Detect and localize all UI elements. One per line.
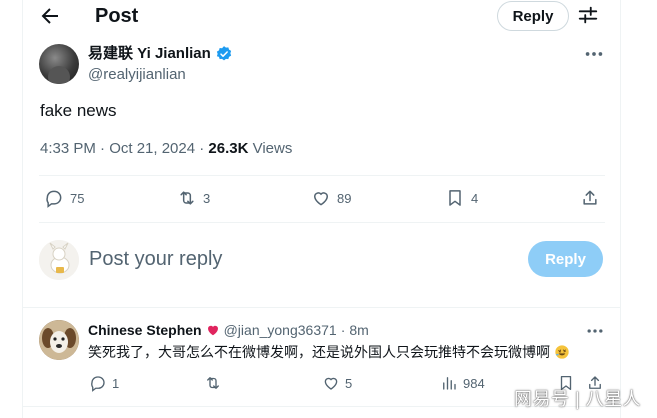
reply-count: 75	[70, 190, 85, 206]
comment-icon	[91, 376, 105, 392]
page-title: Post	[95, 5, 139, 27]
views-label: Views	[248, 140, 293, 157]
reply-author-name[interactable]: Chinese Stephen	[88, 321, 202, 339]
back-arrow-icon[interactable]	[38, 4, 62, 28]
heart-outline-icon	[324, 377, 338, 390]
composer-reply-button[interactable]: Reply	[528, 241, 603, 277]
red-heart-emoji-icon	[207, 325, 218, 336]
reply-author-handle[interactable]: @jian_yong36371	[224, 321, 337, 339]
reply-more-options-icon[interactable]	[585, 322, 605, 340]
reply-reply-action[interactable]: 1	[89, 374, 119, 392]
current-user-avatar[interactable]	[39, 240, 79, 280]
author-avatar[interactable]	[39, 44, 79, 84]
reply-reply-count: 1	[112, 375, 120, 391]
reply-header: Chinese Stephen @jian_yong36371 · 8m	[88, 321, 369, 339]
reply-repost-action[interactable]	[204, 374, 222, 392]
author-name-text: 易建联 Yi Jianlian	[88, 45, 211, 62]
repost-count: 3	[203, 190, 211, 206]
bookmark-count: 4	[471, 190, 479, 206]
heart-outline-icon	[313, 192, 329, 206]
watermark: 网易号 | 八星人	[514, 389, 642, 409]
analytics-bars-icon	[443, 377, 456, 390]
reply-composer-input[interactable]: Post your reply	[89, 247, 222, 271]
tweet-timestamp[interactable]: 4:33 PM · Oct 21, 2024 ·	[40, 140, 208, 157]
comment-icon	[46, 190, 62, 208]
rolling-laughing-emoji-icon	[555, 345, 569, 359]
verified-badge-icon	[216, 45, 231, 60]
reply-views-count: 984	[463, 375, 485, 391]
reply-separator: ·	[340, 322, 346, 338]
author-name[interactable]: 易建联 Yi Jianlian	[88, 44, 233, 63]
tweet-text: fake news	[40, 101, 117, 120]
header-reply-button[interactable]: Reply	[497, 1, 569, 31]
reply-author-avatar[interactable]	[39, 320, 79, 360]
repost-icon	[207, 377, 219, 389]
tweet-meta: 4:33 PM · Oct 21, 2024 · 26.3K Views	[40, 140, 292, 158]
share-action[interactable]	[580, 188, 600, 208]
repost-icon	[180, 191, 194, 205]
bookmark-action[interactable]: 4	[445, 188, 478, 208]
reply-action[interactable]: 75	[44, 188, 84, 208]
reply-views-action[interactable]: 984	[440, 374, 485, 392]
reply-text: 笑死我了，大哥怎么不在微博发啊，还是说外国人只会玩推特不会玩微博啊	[88, 344, 550, 360]
divider	[39, 175, 605, 176]
reply-time[interactable]: 8m	[349, 321, 368, 339]
divider	[23, 307, 620, 308]
divider	[39, 222, 605, 223]
like-action[interactable]: 89	[311, 188, 351, 208]
reply-text-row: 笑死我了，大哥怎么不在微博发啊，还是说外国人只会玩推特不会玩微博啊	[88, 343, 570, 362]
views-count: 26.3K	[208, 140, 249, 157]
bookmark-icon	[449, 190, 461, 206]
author-handle[interactable]: @realyijianlian	[88, 66, 186, 84]
share-icon	[583, 190, 597, 205]
reply-like-action[interactable]: 5	[322, 374, 352, 392]
reply-like-count: 5	[345, 375, 353, 391]
like-count: 89	[337, 190, 352, 206]
more-options-icon[interactable]	[583, 44, 605, 64]
filter-icon[interactable]	[577, 4, 599, 26]
repost-action[interactable]: 3	[177, 188, 210, 208]
